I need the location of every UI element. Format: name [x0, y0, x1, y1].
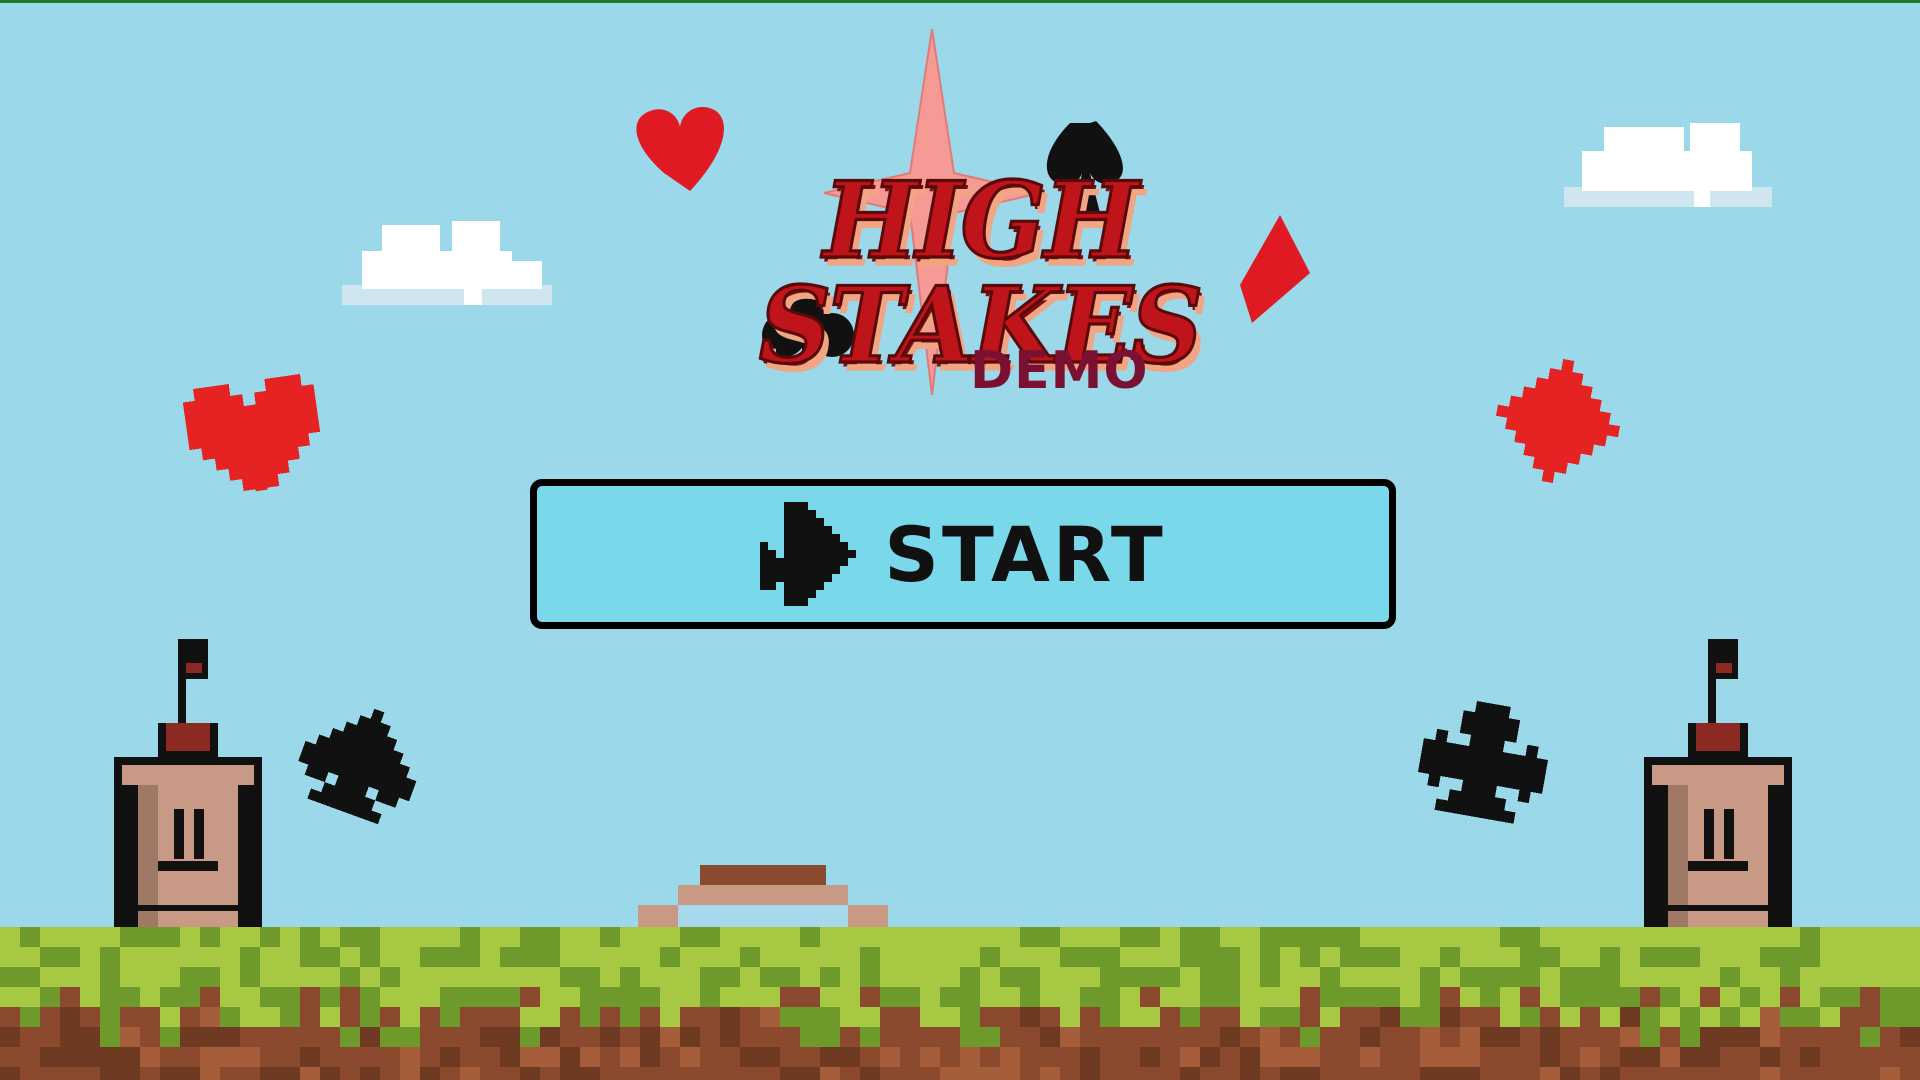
ground — [0, 927, 1920, 1080]
pixel-heart-icon — [182, 374, 321, 500]
game-logo: HIGH STAKES DEMO — [620, 23, 1340, 403]
pixel-spade-icon — [298, 708, 417, 825]
pixel-spade-arrow-icon — [760, 502, 857, 606]
tower-right — [1644, 639, 1792, 927]
title-screen: HIGH STAKES DEMO START — [0, 0, 1920, 1080]
tower-left — [114, 639, 262, 927]
game-subtitle: DEMO — [970, 341, 1149, 401]
start-button[interactable]: START — [530, 479, 1396, 629]
start-label: START — [884, 509, 1166, 599]
pixel-diamond-icon — [1495, 358, 1621, 484]
cloud-left — [342, 221, 552, 305]
cloud-right — [1564, 123, 1772, 207]
pixel-club-icon — [1417, 700, 1549, 824]
